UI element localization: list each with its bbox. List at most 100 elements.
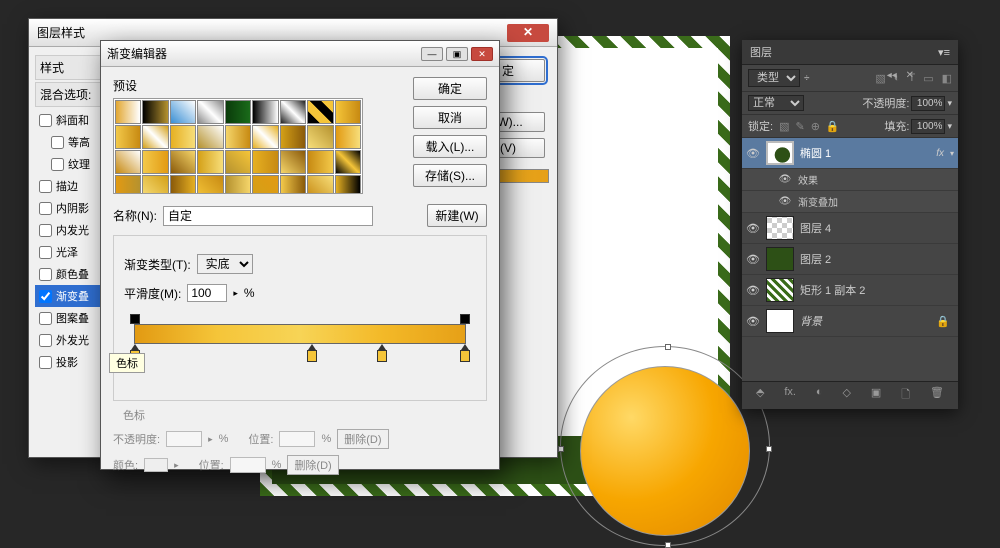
preset-swatch[interactable] — [170, 150, 196, 174]
delete-layer-icon[interactable]: 🗑 — [930, 386, 944, 405]
style-checkbox[interactable] — [39, 290, 52, 303]
preset-swatch[interactable] — [280, 175, 306, 194]
gradient-editor-titlebar[interactable]: 渐变编辑器 — ▣ ✕ — [101, 41, 499, 67]
anchor-left[interactable] — [558, 446, 564, 452]
preset-swatch[interactable] — [115, 100, 141, 124]
layer-row[interactable]: 👁 矩形 1 副本 2 — [742, 275, 958, 306]
preset-swatch[interactable] — [335, 175, 361, 194]
smoothness-input[interactable] — [187, 284, 227, 302]
style-checkbox[interactable] — [39, 268, 52, 281]
style-checkbox[interactable] — [39, 312, 52, 325]
preset-swatch[interactable] — [307, 100, 333, 124]
preset-swatch[interactable] — [307, 175, 333, 194]
preset-swatch[interactable] — [197, 175, 223, 194]
anchor-bottom[interactable] — [665, 542, 671, 548]
preset-swatch[interactable] — [197, 125, 223, 149]
color-stop-2[interactable] — [307, 350, 317, 362]
preset-swatch[interactable] — [197, 150, 223, 174]
visibility-toggle-icon[interactable]: 👁 — [746, 147, 760, 160]
preset-swatch[interactable] — [307, 150, 333, 174]
preset-swatch[interactable] — [280, 150, 306, 174]
maximize-icon[interactable]: ▣ — [446, 47, 468, 61]
preset-swatch[interactable] — [225, 175, 251, 194]
preset-swatch[interactable] — [142, 100, 168, 124]
adjustment-icon[interactable]: ◇ — [842, 386, 850, 405]
preset-swatch[interactable] — [170, 100, 196, 124]
fx-badge[interactable]: fx — [936, 148, 944, 159]
layer-effect-item[interactable]: 👁效果 — [742, 169, 958, 191]
visibility-toggle-icon[interactable]: 👁 — [746, 253, 760, 266]
panel-tab[interactable]: 图层 ▾≡ — [742, 40, 958, 65]
name-input[interactable] — [163, 206, 373, 226]
layer-thumbnail[interactable] — [766, 141, 794, 165]
preset-swatch[interactable] — [252, 150, 278, 174]
preset-swatch[interactable] — [225, 100, 251, 124]
preset-swatch[interactable] — [115, 125, 141, 149]
layer-row[interactable]: 👁 背景 🔒 — [742, 306, 958, 337]
flyout-icon[interactable]: ▸ — [233, 288, 238, 299]
layer-effect-item[interactable]: 👁渐变叠加 — [742, 191, 958, 213]
preset-swatch[interactable] — [142, 125, 168, 149]
preset-swatch[interactable] — [252, 100, 278, 124]
visibility-toggle-icon[interactable]: 👁 — [746, 222, 760, 235]
layer-name[interactable]: 矩形 1 副本 2 — [800, 282, 954, 298]
layer-thumbnail[interactable] — [766, 309, 794, 333]
close-icon[interactable]: ✕ — [507, 24, 549, 42]
gradient-bar[interactable] — [124, 316, 476, 360]
layer-row[interactable]: 👁 图层 2 — [742, 244, 958, 275]
ok-button[interactable]: 确定 — [413, 77, 487, 100]
layer-row[interactable]: 👁 图层 4 — [742, 213, 958, 244]
opacity-flyout-icon[interactable]: ▾ — [947, 98, 952, 109]
opacity-stop-left[interactable] — [130, 314, 140, 324]
preset-swatch[interactable] — [280, 100, 306, 124]
cancel-button[interactable]: 取消 — [413, 106, 487, 129]
style-checkbox[interactable] — [39, 202, 52, 215]
style-checkbox[interactable] — [39, 246, 52, 259]
layer-name[interactable]: 椭圆 1 — [800, 145, 930, 161]
style-checkbox[interactable] — [39, 356, 52, 369]
preset-swatch[interactable] — [225, 125, 251, 149]
load-button[interactable]: 载入(L)... — [413, 135, 487, 158]
preset-swatch[interactable] — [197, 100, 223, 124]
new-layer-icon[interactable]: 🗋 — [901, 386, 910, 405]
style-checkbox[interactable] — [39, 114, 52, 127]
visibility-toggle-icon[interactable]: 👁 — [778, 174, 792, 185]
preset-swatch[interactable] — [307, 125, 333, 149]
preset-swatch[interactable] — [335, 100, 361, 124]
preset-swatch[interactable] — [142, 150, 168, 174]
style-checkbox[interactable] — [39, 224, 52, 237]
filter-kind-select[interactable]: 类型 — [748, 69, 800, 87]
preset-swatch[interactable] — [225, 150, 251, 174]
layer-thumbnail[interactable] — [766, 216, 794, 240]
fx-dropdown-icon[interactable]: ▾ — [950, 149, 954, 158]
link-layers-icon[interactable]: ⬘ — [756, 386, 764, 405]
layer-name[interactable]: 图层 2 — [800, 251, 954, 267]
visibility-toggle-icon[interactable]: 👁 — [746, 315, 760, 328]
style-checkbox[interactable] — [39, 180, 52, 193]
anchor-right[interactable] — [766, 446, 772, 452]
preset-swatch[interactable] — [115, 175, 141, 194]
opacity-input[interactable] — [911, 96, 945, 111]
orange-ellipse[interactable] — [580, 366, 750, 536]
mask-icon[interactable]: ◐ — [816, 386, 823, 405]
panel-menu-icons[interactable]: ◂◂ ✕ — [881, 70, 914, 81]
preset-swatch[interactable] — [252, 175, 278, 194]
group-icon[interactable]: ▣ — [871, 386, 881, 405]
preset-swatch[interactable] — [335, 150, 361, 174]
save-button[interactable]: 存储(S)... — [413, 164, 487, 187]
layer-thumbnail[interactable] — [766, 247, 794, 271]
minimize-icon[interactable]: — — [421, 47, 443, 61]
visibility-toggle-icon[interactable]: 👁 — [746, 284, 760, 297]
blend-mode-select[interactable]: 正常 — [748, 95, 804, 111]
panel-menu-icon[interactable]: ▾≡ — [938, 46, 950, 59]
gradient-type-select[interactable]: 实底 — [197, 254, 253, 274]
preset-swatch[interactable] — [252, 125, 278, 149]
presets-grid[interactable] — [113, 98, 363, 194]
preset-swatch[interactable] — [115, 150, 141, 174]
visibility-toggle-icon[interactable]: 👁 — [778, 196, 792, 207]
layer-row[interactable]: 👁 椭圆 1 fx ▾ — [742, 138, 958, 169]
anchor-top[interactable] — [665, 344, 671, 350]
layer-name[interactable]: 背景 — [800, 313, 930, 329]
layer-thumbnail[interactable] — [766, 278, 794, 302]
close-icon[interactable]: ✕ — [471, 47, 493, 61]
